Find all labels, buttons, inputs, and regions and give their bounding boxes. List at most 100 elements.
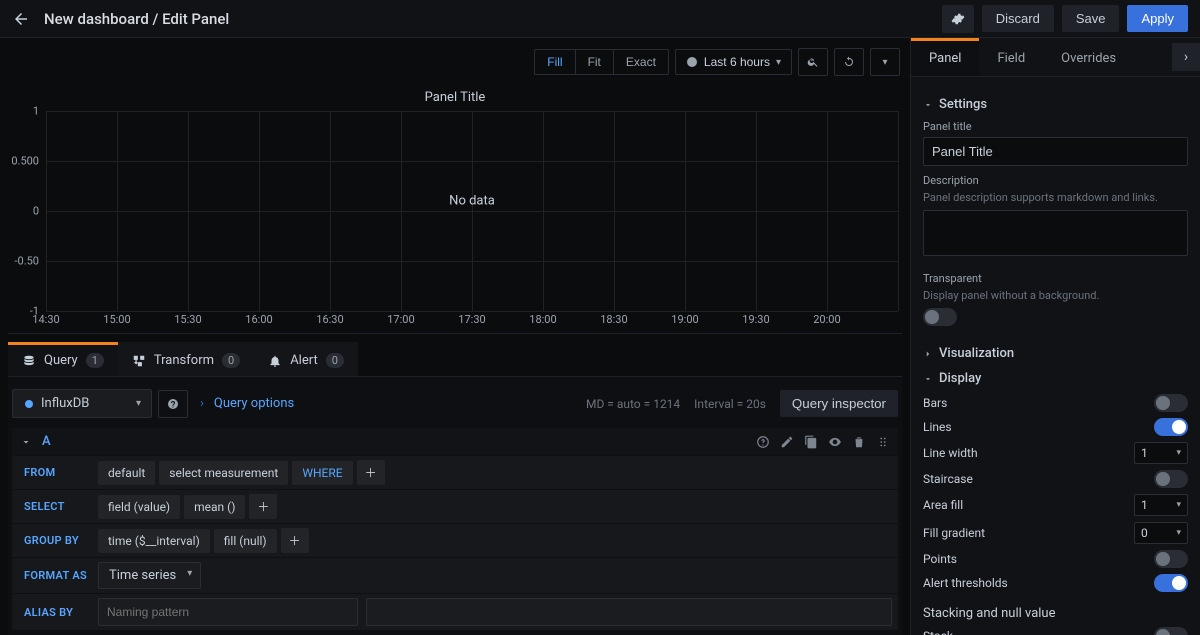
view-exact-button[interactable]: Exact <box>614 50 668 74</box>
points-toggle[interactable] <box>1154 550 1188 568</box>
save-button[interactable]: Save <box>1062 5 1120 32</box>
from-default-cap[interactable]: default <box>98 461 155 485</box>
chart-plot: 1 0.500 0 -0.50 -1 <box>8 111 902 311</box>
staircase-toggle[interactable] <box>1154 470 1188 488</box>
groupby-time-cap[interactable]: time ($__interval) <box>98 529 210 553</box>
description-input[interactable] <box>923 210 1188 256</box>
no-data-label: No data <box>449 194 495 209</box>
line-width-label: Line width <box>923 446 978 460</box>
chevron-down-icon: ▾ <box>882 57 887 68</box>
groupby-fill-cap[interactable]: fill (null) <box>214 529 277 553</box>
section-display[interactable]: Display <box>923 371 1188 386</box>
back-arrow-icon[interactable] <box>12 10 30 28</box>
chevron-down-icon <box>923 374 933 384</box>
chevron-down-icon <box>923 100 933 110</box>
chevron-right-icon <box>923 349 933 359</box>
chevron-down-icon: ▾ <box>776 57 781 68</box>
panel-title-input[interactable] <box>923 137 1188 166</box>
query-delete-icon[interactable] <box>852 435 866 449</box>
where-label: WHERE <box>292 461 352 485</box>
chevron-down-icon: ▾ <box>136 398 141 409</box>
time-range-button[interactable]: Last 6 hours ▾ <box>675 49 792 75</box>
page-title: New dashboard / Edit Panel <box>44 10 229 28</box>
transparent-hint: Display panel without a background. <box>923 289 1188 302</box>
transparent-label: Transparent <box>923 272 1188 285</box>
section-settings[interactable]: Settings <box>923 97 1188 112</box>
query-toggle-icon[interactable] <box>828 435 842 449</box>
chevron-down-icon[interactable] <box>20 436 32 448</box>
transform-icon <box>132 354 146 368</box>
where-add-button[interactable]: ＋ <box>357 460 385 485</box>
groupby-label: GROUP BY <box>18 534 98 547</box>
chart-toolbar: Fill Fit Exact Last 6 hours ▾ ▾ <box>8 48 902 76</box>
select-field-cap[interactable]: field (value) <box>98 495 180 519</box>
tab-field[interactable]: Field <box>979 38 1043 76</box>
query-options-link[interactable]: Query options <box>214 396 294 411</box>
points-label: Points <box>923 552 957 566</box>
bars-label: Bars <box>923 396 947 410</box>
query-inspector-button[interactable]: Query inspector <box>780 390 898 417</box>
tab-query[interactable]: Query 1 <box>8 342 118 376</box>
datasource-help-button[interactable] <box>158 390 188 418</box>
panel-settings-gear[interactable] <box>942 5 974 33</box>
database-icon <box>22 354 36 368</box>
apply-button[interactable]: Apply <box>1127 5 1188 32</box>
formatas-label: FORMAT AS <box>18 569 98 582</box>
area-fill-select[interactable]: 1▾ <box>1134 494 1188 516</box>
gear-icon <box>951 12 965 26</box>
chart-title: Panel Title <box>8 90 902 105</box>
area-fill-label: Area fill <box>923 498 963 512</box>
lines-label: Lines <box>923 420 952 434</box>
right-tabs: Panel Field Overrides › <box>911 38 1200 77</box>
lines-toggle[interactable] <box>1154 418 1188 436</box>
transparent-toggle[interactable] <box>923 308 957 326</box>
query-letter: A <box>42 434 51 449</box>
clock-icon <box>686 56 698 68</box>
view-fit-button[interactable]: Fit <box>576 50 614 74</box>
alert-thresholds-label: Alert thresholds <box>923 576 1008 590</box>
datasource-select[interactable]: InfluxDB ▾ <box>12 389 152 418</box>
zoom-out-button[interactable] <box>798 48 828 76</box>
tab-alert[interactable]: Alert 0 <box>254 342 358 376</box>
view-mode-group: Fill Fit Exact <box>534 49 669 75</box>
query-help-icon[interactable] <box>756 435 770 449</box>
stacking-heading: Stacking and null value <box>923 606 1188 621</box>
groupby-add-button[interactable]: ＋ <box>281 528 309 553</box>
description-label: Description <box>923 174 1188 187</box>
tab-panel[interactable]: Panel <box>911 38 979 76</box>
tab-transform[interactable]: Transform 0 <box>118 342 254 376</box>
stack-label: Stack <box>923 629 953 635</box>
select-mean-cap[interactable]: mean () <box>184 495 245 519</box>
refresh-button[interactable] <box>834 48 864 76</box>
fill-gradient-label: Fill gradient <box>923 526 985 540</box>
view-fill-button[interactable]: Fill <box>535 50 575 74</box>
staircase-label: Staircase <box>923 472 973 486</box>
fill-gradient-select[interactable]: 0▾ <box>1134 522 1188 544</box>
line-width-select[interactable]: 1▾ <box>1134 442 1188 464</box>
query-block: A FROM default sel <box>12 428 898 630</box>
select-label: SELECT <box>18 500 98 513</box>
query-edit-icon[interactable] <box>780 435 794 449</box>
bell-icon <box>268 354 282 368</box>
query-drag-icon[interactable] <box>876 435 890 449</box>
stack-toggle[interactable] <box>1154 627 1188 635</box>
from-label: FROM <box>18 466 98 479</box>
tab-overrides[interactable]: Overrides <box>1043 38 1134 76</box>
panel-title-label: Panel title <box>923 120 1188 133</box>
discard-button[interactable]: Discard <box>982 5 1054 32</box>
question-icon <box>167 398 179 410</box>
expand-sidebar-button[interactable]: › <box>1172 43 1200 71</box>
section-visualization[interactable]: Visualization <box>923 346 1188 361</box>
query-duplicate-icon[interactable] <box>804 435 818 449</box>
formatas-select[interactable]: Time series <box>98 562 201 589</box>
from-measurement-cap[interactable]: select measurement <box>159 461 288 485</box>
query-tabs: Query 1 Transform 0 Alert 0 <box>8 342 902 377</box>
chart-area: Panel Title 1 0.500 0 -0.50 -1 <box>8 84 902 334</box>
alias-input[interactable] <box>98 598 358 626</box>
zoom-out-icon <box>807 56 819 68</box>
top-bar: New dashboard / Edit Panel Discard Save … <box>0 0 1200 38</box>
refresh-interval-button[interactable]: ▾ <box>870 48 900 76</box>
alert-thresholds-toggle[interactable] <box>1154 574 1188 592</box>
select-add-button[interactable]: ＋ <box>249 494 277 519</box>
bars-toggle[interactable] <box>1154 394 1188 412</box>
